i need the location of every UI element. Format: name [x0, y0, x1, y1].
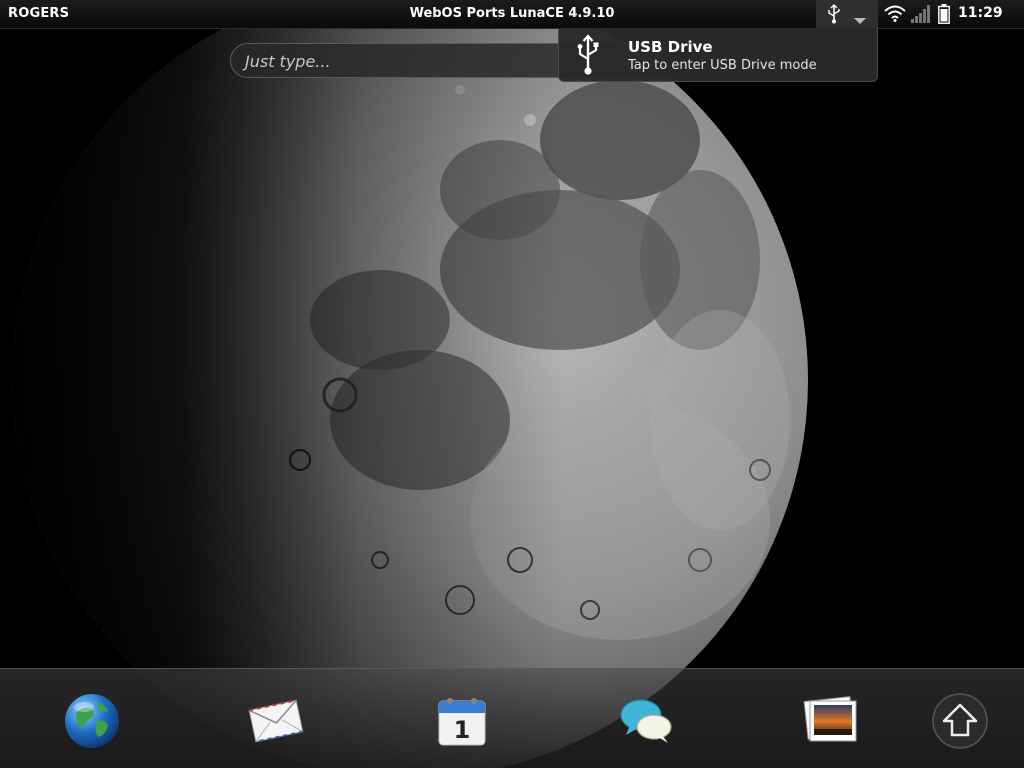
web-browser-icon[interactable]	[62, 691, 122, 751]
webos-home-screen: ROGERS WebOS Ports LunaCE 4.9.10 11:29 J…	[0, 0, 1024, 768]
calendar-day: 1	[454, 716, 471, 744]
clock[interactable]: 11:29	[958, 5, 1003, 21]
notification-subtitle: Tap to enter USB Drive mode	[628, 58, 817, 73]
email-icon[interactable]	[246, 691, 306, 751]
signal-icon	[911, 5, 931, 27]
usb-icon[interactable]	[826, 4, 842, 28]
launcher-icon[interactable]	[930, 691, 990, 751]
search-placeholder: Just type...	[245, 52, 331, 71]
moon-wallpaper	[0, 0, 1024, 768]
notification-title: USB Drive	[628, 38, 713, 56]
quick-launch-dock: 1	[0, 668, 1024, 768]
calendar-icon[interactable]: 1	[432, 691, 492, 751]
photos-icon[interactable]	[802, 691, 862, 751]
status-bar: ROGERS WebOS Ports LunaCE 4.9.10 11:29	[0, 0, 1024, 29]
battery-icon	[938, 4, 950, 28]
usb-icon	[575, 34, 601, 80]
wifi-icon	[884, 5, 906, 26]
dropdown-arrow-icon[interactable]	[853, 10, 867, 29]
usb-notification[interactable]: USB Drive Tap to enter USB Drive mode	[558, 28, 878, 82]
messaging-icon[interactable]	[616, 691, 676, 751]
